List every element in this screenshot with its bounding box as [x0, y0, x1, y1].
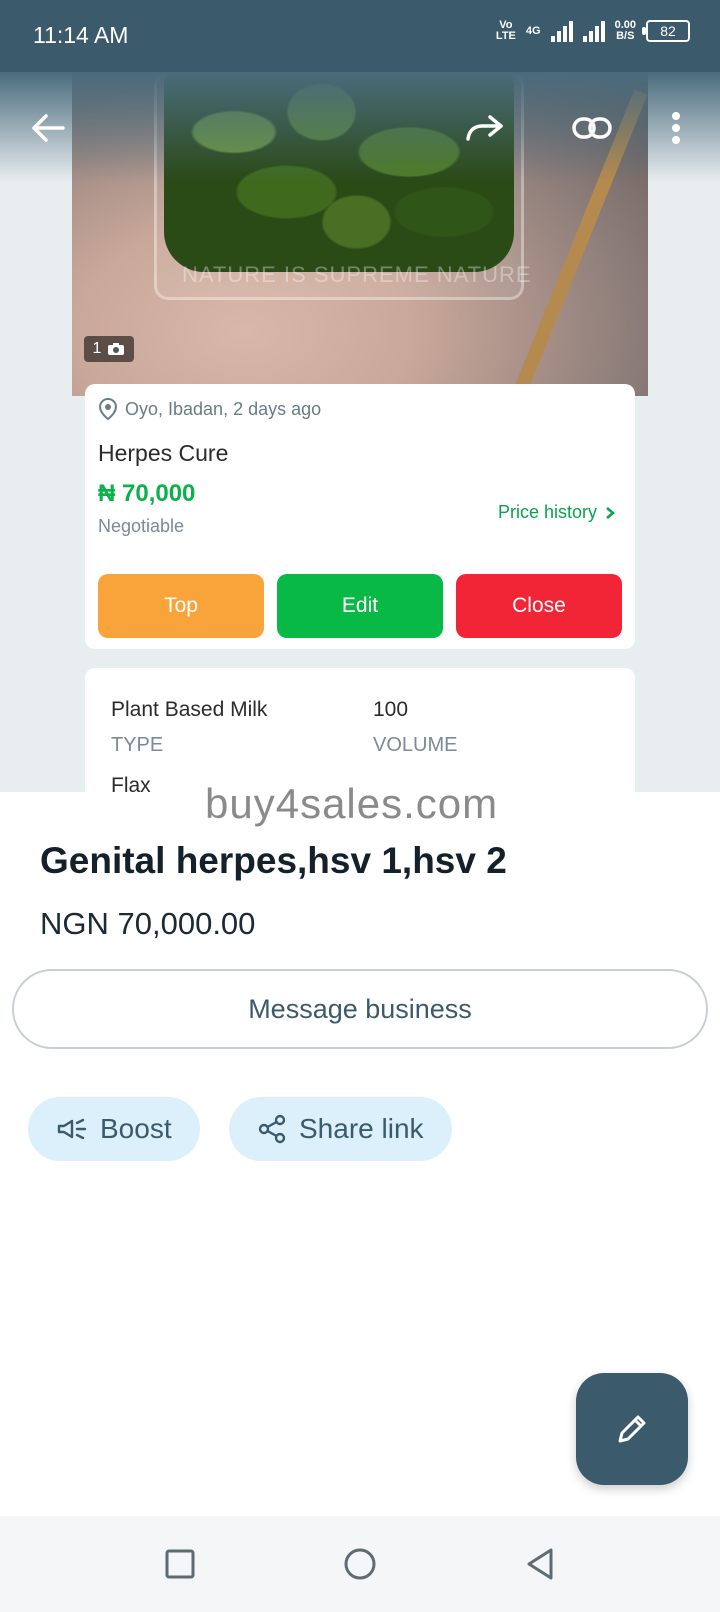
signal-icon — [550, 20, 573, 42]
spec-volume-key: VOLUME — [373, 734, 458, 756]
spec-volume-value: 100 — [373, 698, 409, 721]
speed-indicator: 0.00 B/S — [615, 20, 636, 42]
signal-icon-2 — [582, 20, 605, 42]
image-top-bar — [0, 72, 720, 182]
back-arrow-icon[interactable] — [26, 106, 70, 150]
photo-count-badge: 1 — [84, 336, 134, 362]
edit-fab-button[interactable] — [576, 1373, 688, 1485]
megaphone-icon — [57, 1118, 87, 1140]
listing-actions: Top Edit Close — [98, 574, 622, 638]
location-pin-icon — [99, 398, 117, 420]
more-vert-icon[interactable] — [654, 106, 698, 150]
share-link-button[interactable]: Share link — [229, 1097, 452, 1161]
price-history-label: Price history — [497, 502, 597, 522]
top-button[interactable]: Top — [98, 574, 264, 638]
share-icon — [258, 1114, 286, 1144]
photo-watermark: NATURE IS SUPREME NATURE — [182, 262, 532, 287]
chevron-right-icon — [606, 506, 615, 519]
close-button[interactable]: Close — [456, 574, 622, 638]
negotiable-label: Negotiable — [98, 516, 185, 536]
speed-unit: B/S — [616, 30, 635, 42]
product-price: NGN 70,000.00 — [40, 906, 256, 941]
spec-cut-value: Flax — [111, 774, 151, 792]
status-bar: 11:14 AM Vo LTE 4G 0.00 B/S 82 — [0, 0, 720, 72]
listing-info-card: Oyo, Ibadan, 2 days ago Herpes Cure ₦ 70… — [85, 384, 635, 649]
network-type: 4G — [525, 24, 541, 37]
location-text: Oyo, Ibadan, 2 days ago — [125, 398, 322, 419]
spec-type-value: Plant Based Milk — [111, 698, 268, 721]
message-business-button[interactable]: Message business — [12, 969, 708, 1049]
specs-card: Plant Based Milk TYPE 100 VOLUME Flax — [85, 668, 635, 792]
site-watermark: buy4sales.com — [205, 780, 499, 827]
recents-square-icon[interactable] — [160, 1544, 200, 1584]
spec-type-key: TYPE — [111, 734, 164, 756]
back-triangle-icon[interactable] — [520, 1544, 560, 1584]
listing-price: ₦ 70,000 — [98, 480, 196, 507]
pencil-icon — [618, 1415, 646, 1443]
share-link-label: Share link — [299, 1113, 424, 1144]
system-nav-bar — [0, 1516, 720, 1612]
photo-count: 1 — [92, 340, 102, 357]
link-icon[interactable] — [570, 106, 614, 150]
status-icons: Vo LTE 4G 0.00 B/S 82 — [496, 20, 690, 42]
listing-screenshot: NATURE IS SUPREME NATURE 1 Oyo, Ibadan, … — [0, 72, 720, 792]
battery-icon: 82 — [642, 20, 690, 42]
listing-title: Herpes Cure — [98, 440, 229, 466]
edit-button[interactable]: Edit — [277, 574, 443, 638]
volte-indicator: Vo LTE — [495, 19, 516, 42]
product-title: Genital herpes,hsv 1,hsv 2 — [40, 840, 507, 881]
status-time: 11:14 AM — [33, 22, 129, 48]
home-circle-icon[interactable] — [340, 1544, 380, 1584]
price-history-link[interactable]: Price history — [498, 502, 615, 523]
location-row: Oyo, Ibadan, 2 days ago — [99, 398, 321, 420]
boost-button[interactable]: Boost — [28, 1097, 200, 1161]
forward-icon[interactable] — [462, 106, 506, 150]
camera-icon — [108, 343, 125, 355]
boost-label: Boost — [100, 1113, 172, 1144]
